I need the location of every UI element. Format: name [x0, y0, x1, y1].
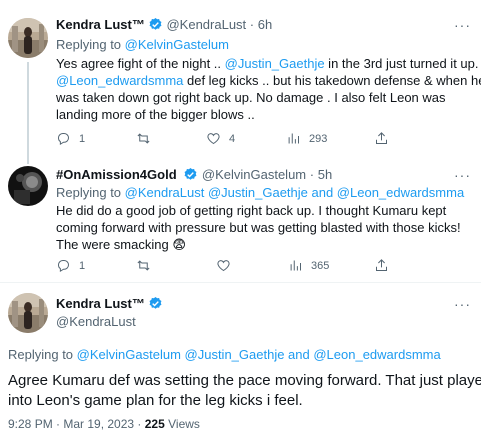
mention-link[interactable]: @KelvinGastelum @Justin_Gaethje and @Leo… [77, 347, 441, 362]
views-button[interactable]: 365 [288, 258, 329, 273]
views-button[interactable]: 293 [286, 131, 327, 146]
like-button[interactable]: 4 [206, 131, 235, 146]
avatar[interactable] [8, 166, 48, 206]
mention-link[interactable]: @KelvinGastelum [125, 37, 229, 52]
tweet-header: #OnAmission4Gold @KelvinGastelum · 5h [56, 166, 332, 183]
timestamp[interactable]: 5h [318, 167, 332, 182]
more-options-icon[interactable]: ··· [454, 168, 471, 182]
retweet-icon [137, 260, 150, 271]
tweet-text: He did do a good job of getting right ba… [56, 203, 461, 252]
main-author-name-row: Kendra Lust™ [56, 295, 163, 312]
like-button[interactable] [216, 258, 239, 273]
more-options-icon[interactable]: ··· [454, 297, 471, 311]
tweet-meta: 9:28 PM · Mar 19, 2023 · 225 Views [8, 417, 200, 431]
replying-to: Replying to @KelvinGastelum @Justin_Gaet… [8, 347, 441, 362]
mention-link[interactable]: @KendraLust @Justin_Gaethje and @Leon_ed… [125, 185, 465, 200]
avatar[interactable] [8, 293, 48, 333]
reply-count: 1 [79, 259, 86, 272]
verified-badge-icon [149, 296, 162, 309]
mention-link[interactable]: @Justin_Gaethje [225, 56, 325, 71]
replying-to: Replying to @KelvinGastelum [56, 37, 229, 52]
tweet-text: Agree Kumaru def was setting the pace mo… [8, 372, 481, 409]
separator: · [309, 167, 315, 182]
reply-icon [58, 133, 69, 146]
views-count: 225 [144, 417, 165, 431]
reply-button[interactable]: 1 [56, 131, 85, 146]
tweet-header: Kendra Lust™ @KendraLust · 6h [56, 16, 272, 33]
avatar[interactable] [8, 18, 48, 58]
main-author-handle-row: @KendraLust [56, 313, 136, 330]
author-handle[interactable]: @KendraLust [166, 17, 246, 32]
heart-icon [207, 133, 220, 145]
heart-icon [217, 260, 230, 272]
reply-button[interactable]: 1 [56, 258, 85, 273]
author-handle[interactable]: @KelvinGastelum [202, 167, 306, 182]
share-icon [376, 132, 387, 144]
view-count: 293 [309, 132, 328, 145]
share-button[interactable] [374, 258, 397, 273]
main-tweet: Kendra Lust™ @KendraLust ··· Replying to… [0, 283, 481, 437]
mention-link[interactable]: @Leon_edwardsmma [56, 73, 183, 88]
share-button[interactable] [374, 131, 397, 146]
verified-badge-icon [184, 167, 197, 180]
retweet-button[interactable] [136, 131, 159, 146]
like-count: 4 [229, 132, 236, 145]
view-count: 365 [311, 259, 330, 272]
analytics-icon [290, 260, 301, 271]
reply-icon [58, 260, 69, 273]
thread-line [27, 62, 29, 164]
tweet-text: Yes agree fight of the night .. @Justin_… [56, 56, 481, 122]
replying-to: Replying to @KendraLust @Justin_Gaethje … [56, 185, 465, 200]
author-name[interactable]: #OnAmission4Gold [56, 167, 177, 182]
timestamp[interactable]: 9:28 PM · Mar 19, 2023 · [8, 417, 141, 431]
more-options-icon[interactable]: ··· [454, 18, 471, 32]
tweet-2[interactable]: #OnAmission4Gold @KelvinGastelum · 5h ··… [0, 160, 481, 280]
verified-badge-icon [149, 17, 162, 30]
retweet-button[interactable] [136, 258, 159, 273]
analytics-icon [288, 133, 299, 144]
reply-count: 1 [79, 132, 86, 145]
separator: · [249, 17, 255, 32]
share-icon [376, 259, 387, 271]
author-name[interactable]: Kendra Lust™ [56, 296, 145, 311]
views-label: Views [168, 417, 200, 431]
author-name[interactable]: Kendra Lust™ [56, 17, 145, 32]
tweet-1[interactable]: Kendra Lust™ @KendraLust · 6h ··· Replyi… [0, 0, 481, 164]
tweet-actions: 1 365 [56, 258, 456, 276]
timestamp[interactable]: 6h [258, 17, 272, 32]
retweet-icon [137, 133, 150, 144]
author-handle[interactable]: @KendraLust [56, 314, 136, 329]
tweet-actions: 1 4 293 [56, 131, 456, 149]
